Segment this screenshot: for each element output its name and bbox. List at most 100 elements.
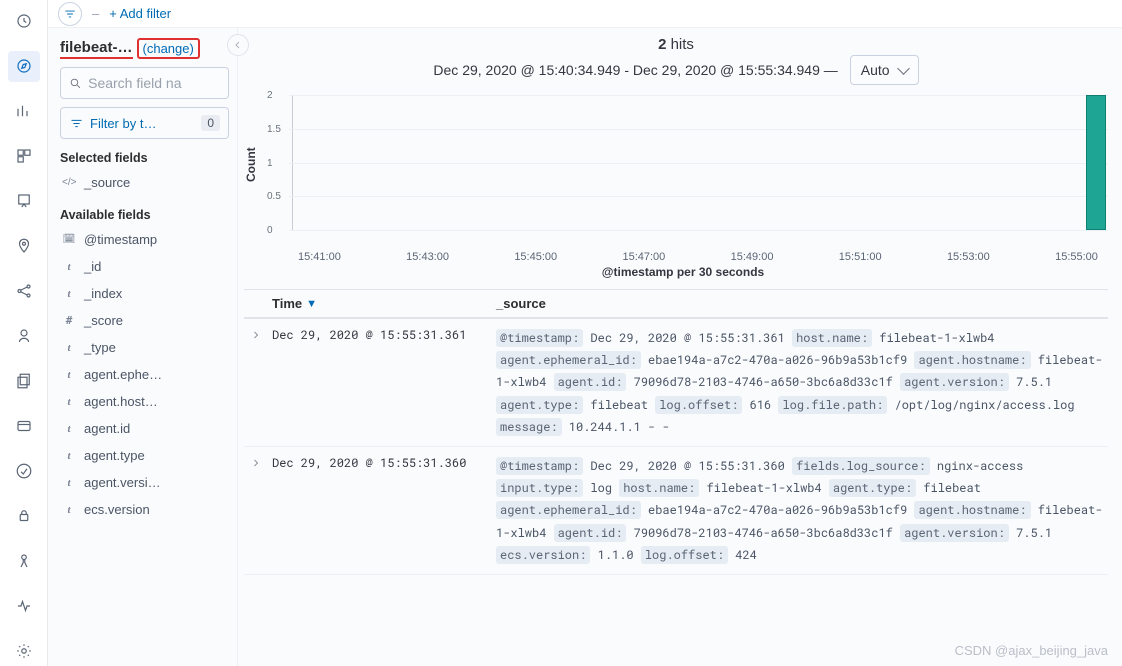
doc-field-key[interactable]: agent.ephemeral_id: bbox=[496, 501, 641, 519]
field-item[interactable]: tagent.type bbox=[60, 442, 229, 469]
x-tick: 15:45:00 bbox=[514, 251, 557, 263]
field-item[interactable]: </>_source bbox=[60, 169, 229, 196]
nav-dashboard-icon[interactable] bbox=[8, 141, 40, 172]
nav-discover-icon[interactable] bbox=[8, 51, 40, 82]
doc-field-key[interactable]: agent.version: bbox=[900, 373, 1009, 391]
doc-field-key[interactable]: agent.version: bbox=[900, 524, 1009, 542]
doc-field-key[interactable]: log.file.path: bbox=[778, 396, 887, 414]
doc-field-key[interactable]: ecs.version: bbox=[496, 546, 590, 564]
chart-bar[interactable] bbox=[1086, 95, 1106, 230]
x-tick: 15:51:00 bbox=[839, 251, 882, 263]
nav-ml-icon[interactable] bbox=[8, 276, 40, 307]
doc-field-value: Dec 29, 2020 @ 15:55:31.361 bbox=[583, 330, 792, 346]
doc-field-key[interactable]: @timestamp: bbox=[496, 329, 583, 347]
col-time-header[interactable]: Time ▼ bbox=[268, 290, 492, 317]
doc-field-value: log bbox=[583, 480, 619, 496]
doc-source: @timestamp: Dec 29, 2020 @ 15:55:31.360 … bbox=[492, 455, 1108, 566]
doc-field-value: 7.5.1 bbox=[1009, 374, 1052, 390]
field-item[interactable]: t_id bbox=[60, 253, 229, 280]
doc-field-key[interactable]: agent.hostname: bbox=[914, 351, 1030, 369]
field-item[interactable]: tagent.id bbox=[60, 415, 229, 442]
add-filter-link[interactable]: + Add filter bbox=[109, 6, 171, 21]
doc-field-value: filebeat bbox=[583, 397, 655, 413]
nav-canvas-icon[interactable] bbox=[8, 186, 40, 217]
field-name: ecs.version bbox=[84, 502, 150, 517]
nav-visualize-icon[interactable] bbox=[8, 96, 40, 127]
doc-field-key[interactable]: agent.type: bbox=[829, 479, 916, 497]
nav-management-icon[interactable] bbox=[8, 635, 40, 666]
doc-field-key[interactable]: agent.id: bbox=[554, 373, 627, 391]
doc-field-key[interactable]: host.name: bbox=[792, 329, 872, 347]
y-tick: 0 bbox=[267, 225, 273, 236]
field-name: _index bbox=[84, 286, 122, 301]
time-range-text: Dec 29, 2020 @ 15:40:34.949 - Dec 29, 20… bbox=[433, 62, 837, 78]
filter-options-icon[interactable] bbox=[58, 2, 82, 26]
field-item[interactable]: 🗓@timestamp bbox=[60, 226, 229, 253]
chart-x-label: @timestamp per 30 seconds bbox=[258, 265, 1108, 279]
nav-apm-icon[interactable] bbox=[8, 410, 40, 441]
interval-select[interactable]: Auto bbox=[850, 55, 919, 85]
col-source-header[interactable]: _source bbox=[492, 290, 1108, 317]
nav-dev-tools-icon[interactable] bbox=[8, 545, 40, 576]
doc-time: Dec 29, 2020 @ 15:55:31.360 bbox=[268, 455, 492, 566]
filter-bar: – + Add filter bbox=[48, 0, 1122, 28]
chart-y-label: Count bbox=[244, 91, 258, 279]
filter-icon bbox=[69, 116, 84, 131]
doc-field-key[interactable]: agent.hostname: bbox=[914, 501, 1030, 519]
nav-recent-icon[interactable] bbox=[8, 6, 40, 37]
doc-field-key[interactable]: @timestamp: bbox=[496, 457, 583, 475]
y-tick: 1 bbox=[267, 158, 273, 169]
nav-monitoring-icon[interactable] bbox=[8, 590, 40, 621]
doc-field-value: 616 bbox=[742, 397, 778, 413]
filter-by-type-label: Filter by t… bbox=[90, 116, 156, 131]
doc-field-value: 424 bbox=[728, 547, 757, 563]
doc-field-key[interactable]: agent.ephemeral_id: bbox=[496, 351, 641, 369]
doc-field-key[interactable]: agent.type: bbox=[496, 396, 583, 414]
field-search-text[interactable] bbox=[88, 75, 220, 91]
filter-separator: – bbox=[92, 6, 99, 21]
field-name: _source bbox=[84, 175, 130, 190]
doc-field-key[interactable]: log.offset: bbox=[655, 396, 742, 414]
doc-field-key[interactable]: host.name: bbox=[619, 479, 699, 497]
expand-row-icon[interactable] bbox=[244, 327, 268, 438]
doc-row: Dec 29, 2020 @ 15:55:31.360 @timestamp: … bbox=[244, 447, 1108, 575]
field-item[interactable]: tagent.ephe… bbox=[60, 361, 229, 388]
x-tick: 15:41:00 bbox=[298, 251, 341, 263]
doc-field-key[interactable]: input.type: bbox=[496, 479, 583, 497]
expand-row-icon[interactable] bbox=[244, 455, 268, 566]
doc-field-value: ebae194a-a7c2-470a-a026-96b9a53b1cf9 bbox=[641, 352, 915, 368]
nav-metrics-icon[interactable] bbox=[8, 321, 40, 352]
nav-uptime-icon[interactable] bbox=[8, 455, 40, 486]
sort-desc-icon: ▼ bbox=[306, 298, 317, 310]
doc-field-value: 10.244.1.1 - - bbox=[562, 419, 670, 435]
field-item[interactable]: t_type bbox=[60, 334, 229, 361]
nav-maps-icon[interactable] bbox=[8, 231, 40, 262]
nav-logs-icon[interactable] bbox=[8, 366, 40, 397]
nav-siem-icon[interactable] bbox=[8, 500, 40, 531]
change-index-link[interactable]: (change) bbox=[143, 41, 194, 56]
field-item[interactable]: tagent.versi… bbox=[60, 469, 229, 496]
doc-field-value: filebeat-1-xlwb4 bbox=[872, 330, 994, 346]
doc-source: @timestamp: Dec 29, 2020 @ 15:55:31.361 … bbox=[492, 327, 1108, 438]
field-item[interactable]: t_index bbox=[60, 280, 229, 307]
doc-field-key[interactable]: log.offset: bbox=[641, 546, 728, 564]
y-tick: 1.5 bbox=[267, 124, 281, 135]
index-pattern-name[interactable]: filebeat-… bbox=[60, 39, 133, 59]
doc-field-key[interactable]: message: bbox=[496, 418, 562, 436]
field-search-input[interactable] bbox=[60, 67, 229, 99]
field-item[interactable]: tagent.host… bbox=[60, 388, 229, 415]
histogram-chart[interactable]: 00.511.52 bbox=[266, 91, 1108, 251]
doc-field-value: ebae194a-a7c2-470a-a026-96b9a53b1cf9 bbox=[641, 502, 915, 518]
doc-field-key[interactable]: agent.id: bbox=[554, 524, 627, 542]
field-name: _id bbox=[84, 259, 101, 274]
x-tick: 15:53:00 bbox=[947, 251, 990, 263]
field-item[interactable]: #_score bbox=[60, 307, 229, 334]
filter-by-type-button[interactable]: Filter by t… 0 bbox=[60, 107, 229, 139]
doc-field-key[interactable]: fields.log_source: bbox=[792, 457, 930, 475]
watermark-text: CSDN @ajax_beijing_java bbox=[955, 643, 1108, 658]
col-time-label: Time bbox=[272, 296, 302, 311]
field-item[interactable]: tecs.version bbox=[60, 496, 229, 523]
nav-rail bbox=[0, 0, 48, 666]
collapse-sidebar-icon[interactable] bbox=[227, 34, 249, 56]
doc-field-value: 7.5.1 bbox=[1009, 525, 1052, 541]
